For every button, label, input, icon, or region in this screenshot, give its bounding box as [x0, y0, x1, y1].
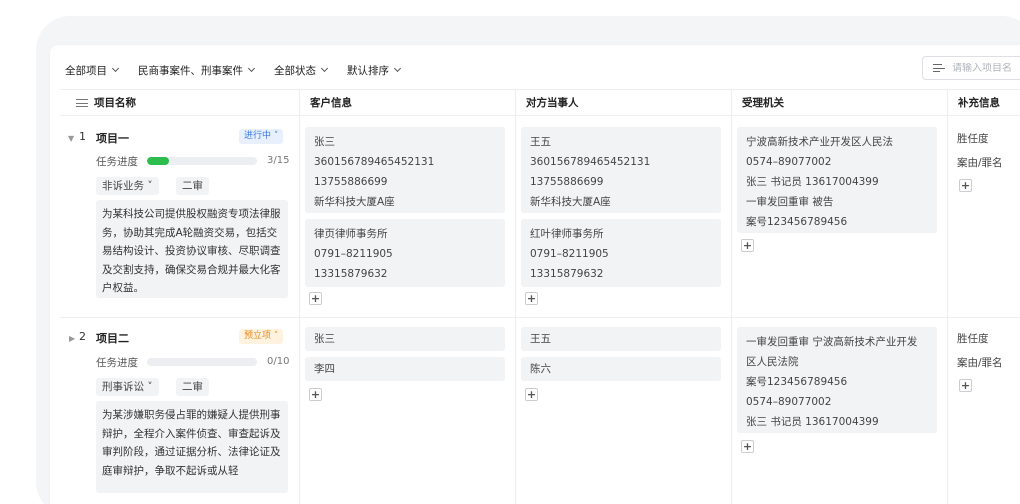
add-client-button[interactable]: +	[309, 388, 322, 401]
business-type-select[interactable]: 刑事诉讼 ˅	[96, 378, 159, 396]
extra-field-label: 胜任度	[957, 133, 989, 145]
opponent-info-block[interactable]: 王五	[521, 327, 721, 351]
progress-label: 任务进度	[96, 357, 138, 369]
add-authority-button[interactable]: +	[741, 239, 754, 252]
column-divider	[299, 89, 300, 504]
client-info-block[interactable]: 李四	[305, 357, 505, 381]
progress-fill	[147, 157, 169, 165]
search-list-icon	[933, 63, 946, 73]
project-description: 为某涉嫌职务侵占罪的嫌疑人提供刑事辩护，全程介入案件侦查、审查起诉及审判阶段，通…	[96, 401, 288, 493]
chevron-down-icon	[111, 64, 120, 73]
progress-label: 任务进度	[96, 156, 138, 168]
opponent-info-block[interactable]: 王五 360156789465452131 13755886699 新华科技大厦…	[521, 127, 721, 213]
client-info-block[interactable]: 张三 360156789465452131 13755886699 新华科技大厦…	[305, 127, 505, 213]
search-box[interactable]	[922, 56, 1020, 80]
opponent-lawfirm-block[interactable]: 红叶律师事务所 0791–8211905 13315879632	[521, 219, 721, 287]
add-extra-button[interactable]: +	[959, 179, 972, 192]
filter-bar: 全部项目 民商事案件、刑事案件 全部状态 默认排序	[65, 63, 420, 77]
progress-bar	[147, 157, 257, 165]
chevron-down-icon	[320, 64, 329, 73]
column-header-extra[interactable]: 补充信息	[958, 90, 1000, 116]
filter-status[interactable]: 全部状态	[274, 63, 329, 78]
table-header: 项目名称 客户信息 对方当事人 受理机关 补充信息	[60, 89, 1020, 116]
client-lawfirm-block[interactable]: 律页律师事务所 0791–8211905 13315879632	[305, 219, 505, 287]
column-header-authority[interactable]: 受理机关	[742, 90, 784, 116]
search-input[interactable]	[952, 62, 1020, 74]
column-divider	[515, 89, 516, 504]
row-number: 2	[79, 330, 86, 343]
authority-info-block[interactable]: 宁波高新技术产业开发区人民法 0574–89077002 张三 书记员 1361…	[737, 127, 937, 233]
collapse-triangle-icon[interactable]: ▼	[68, 134, 74, 143]
status-badge[interactable]: 预立项 ˅	[239, 329, 284, 344]
add-client-button[interactable]: +	[309, 292, 322, 305]
add-extra-button[interactable]: +	[959, 379, 972, 392]
column-header-name[interactable]: 项目名称	[94, 90, 136, 116]
project-name[interactable]: 项目二	[96, 330, 129, 346]
status-badge[interactable]: 进行中 ˅	[239, 129, 284, 144]
progress-bar	[147, 358, 257, 366]
column-settings-icon[interactable]	[76, 98, 88, 108]
extra-field-label: 胜任度	[957, 333, 989, 345]
project-table-card: 全部项目 民商事案件、刑事案件 全部状态 默认排序 项目名称 客户信息 对方当事…	[50, 45, 1020, 504]
add-authority-button[interactable]: +	[741, 440, 754, 453]
column-divider	[731, 89, 732, 504]
stage-tag[interactable]: 二审	[176, 378, 209, 396]
progress-count: 0/10	[267, 356, 290, 367]
filter-case-type[interactable]: 民商事案件、刑事案件	[138, 63, 256, 78]
stage-tag[interactable]: 二审	[176, 177, 209, 195]
opponent-info-block[interactable]: 陈六	[521, 357, 721, 381]
column-header-opponent[interactable]: 对方当事人	[526, 90, 579, 116]
add-opponent-button[interactable]: +	[525, 388, 538, 401]
business-type-select[interactable]: 非诉业务 ˅	[96, 177, 159, 195]
authority-info-block[interactable]: 一审发回重审 宁波高新技术产业开发 区人民法院 案号123456789456 0…	[737, 327, 937, 433]
add-opponent-button[interactable]: +	[525, 292, 538, 305]
chevron-down-icon	[247, 64, 256, 73]
client-info-block[interactable]: 张三	[305, 327, 505, 351]
progress-count: 3/15	[267, 155, 290, 166]
extra-field-label: 案由/罪名	[957, 357, 1003, 369]
chevron-down-icon	[393, 64, 402, 73]
filter-sort[interactable]: 默认排序	[347, 63, 402, 78]
project-description: 为某科技公司提供股权融资专项法律服务，协助其完成A轮融资交易，包括交易结构设计、…	[96, 200, 288, 298]
row-divider	[60, 317, 1020, 318]
column-header-client[interactable]: 客户信息	[310, 90, 352, 116]
expand-triangle-icon[interactable]: ▶	[69, 334, 75, 343]
filter-project[interactable]: 全部项目	[65, 63, 120, 78]
extra-field-label: 案由/罪名	[957, 157, 1003, 169]
project-name[interactable]: 项目一	[96, 130, 129, 146]
column-divider	[947, 89, 948, 504]
row-number: 1	[79, 130, 86, 143]
